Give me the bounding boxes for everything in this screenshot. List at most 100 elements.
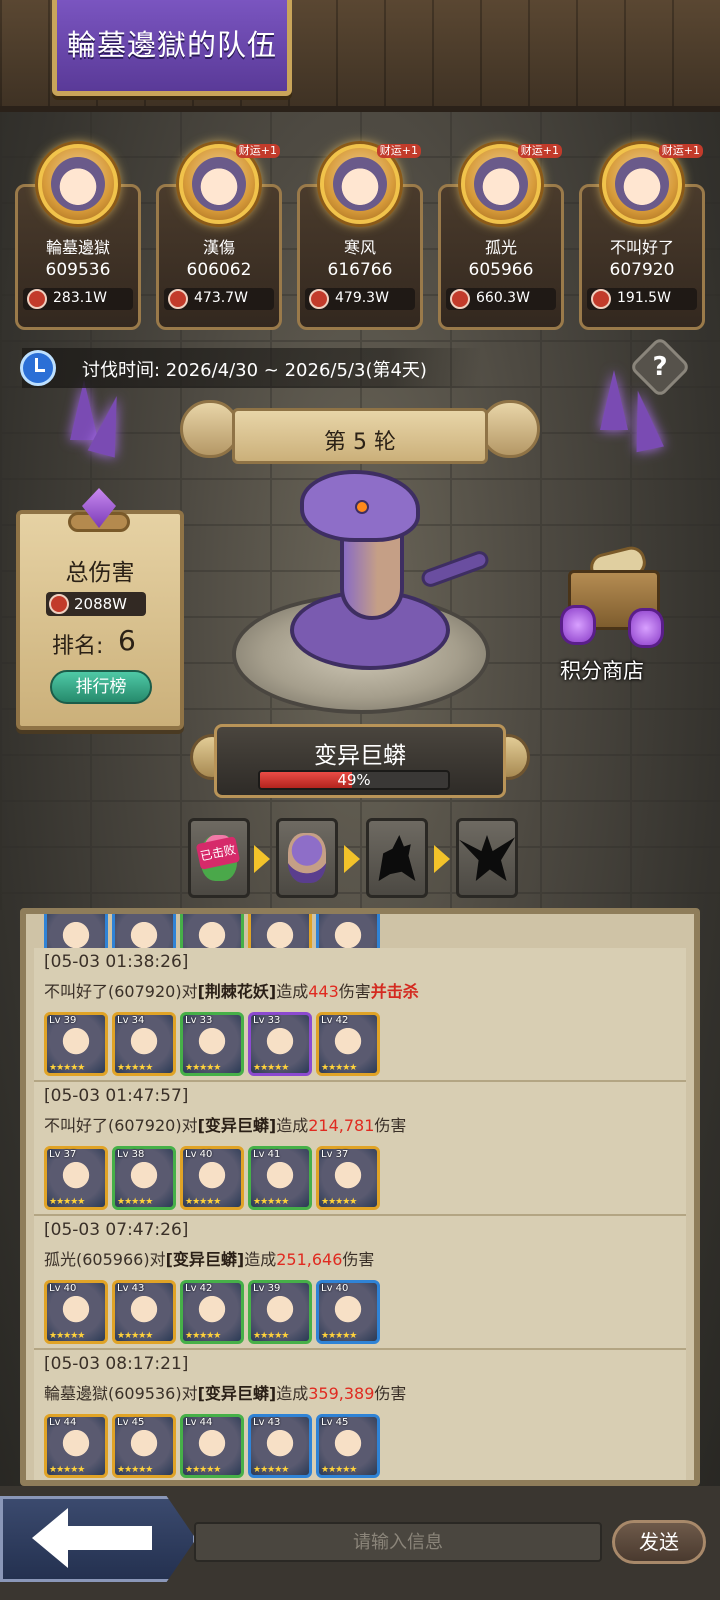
team-member-card[interactable]: 輪墓邊獄 609536 283.1W <box>15 144 141 330</box>
member-name: 孤光 <box>484 238 517 257</box>
points-shop-label[interactable]: 积分商店 <box>560 655 644 685</box>
hero-portrait[interactable]: Lv 41 ★★★★★ <box>248 1146 312 1210</box>
team-member-card[interactable]: 财运+1 孤光 605966 660.3W <box>438 144 564 330</box>
hero-portrait[interactable]: Lv 42 ★★★★★ <box>316 1012 380 1076</box>
member-name: 寒风 <box>343 238 376 257</box>
hero-portrait[interactable]: Lv 44 ★★★★★ <box>180 1414 244 1478</box>
rank-label: 排名: <box>52 634 104 659</box>
damage-icon <box>49 594 69 614</box>
member-name: 輪墓邊獄 <box>45 238 110 257</box>
team-member-card[interactable]: 财运+1 寒风 616766 479.3W <box>297 144 423 330</box>
boss-snake-eye <box>355 500 369 514</box>
battle-log-panel[interactable]: [05-03 01:38:26] 不叫好了(607920)对[荆棘花妖]造成44… <box>20 908 700 1486</box>
hero-portrait[interactable]: Lv 45 ★★★★★ <box>316 1414 380 1478</box>
clock-icon <box>20 350 56 386</box>
member-name: 漢傷 <box>202 238 235 257</box>
send-button[interactable]: 发送 <box>612 1520 706 1564</box>
question-icon: ? <box>652 352 668 382</box>
wolf-silhouette-icon <box>378 835 416 881</box>
snake-icon <box>288 833 326 883</box>
battle-log-list[interactable]: [05-03 01:38:26] 不叫好了(607920)对[荆棘花妖]造成44… <box>34 914 686 1480</box>
hero-portrait[interactable]: Lv 33 ★★★★★ <box>248 1012 312 1076</box>
boss-name: 变异巨蟒 <box>314 743 406 769</box>
scroll-end-left <box>180 400 240 458</box>
log-heroes: Lv 39 ★★★★★ Lv 34 ★★★★★ Lv 33 ★★★★★ Lv 33 ★★… <box>44 1012 380 1076</box>
hero-portrait[interactable]: Lv 43 ★★★★★ <box>112 1280 176 1344</box>
log-time: [05-03 08:17:21] <box>44 1354 189 1374</box>
total-damage-label: 总伤害 <box>65 560 135 586</box>
hero-portrait[interactable]: Lv 40 ★★★★★ <box>180 1146 244 1210</box>
log-heroes: Lv 37 ★★★★★ Lv 38 ★★★★★ Lv 40 ★★★★★ Lv 41 ★★… <box>44 1146 380 1210</box>
member-damage: 283.1W <box>23 288 133 310</box>
leaderboard-button[interactable]: 排行榜 <box>50 670 152 704</box>
log-time: [05-03 01:47:57] <box>44 1086 189 1106</box>
team-title-banner: 輪墓邊獄的队伍 <box>52 0 292 96</box>
member-avatar[interactable] <box>38 144 118 224</box>
arrow-icon <box>434 845 450 873</box>
member-damage: 479.3W <box>305 288 415 310</box>
member-uid: 607920 <box>609 260 675 280</box>
member-damage: 473.7W <box>164 288 274 310</box>
member-damage: 191.5W <box>587 288 697 310</box>
hero-portrait[interactable]: Lv 40 ★★★★★ <box>316 1280 380 1344</box>
round-banner: 第 5 轮 <box>232 408 488 464</box>
arrow-icon <box>344 845 360 873</box>
hero-portrait[interactable]: Lv 44 ★★★★★ <box>44 1414 108 1478</box>
hero-portrait[interactable]: Lv 33 ★★★★★ <box>180 1012 244 1076</box>
stage-wolf[interactable] <box>366 818 428 898</box>
member-uid: 605966 <box>468 260 534 280</box>
damage-icon <box>450 289 470 309</box>
member-damage: 660.3W <box>446 288 556 310</box>
log-message: 孤光(605966)对[变异巨蟒]造成251,646伤害 <box>44 1250 375 1269</box>
crystal-decoration-right <box>600 370 628 430</box>
log-entry: [05-03 08:17:21] 輪墓邊獄(609536)对[变异巨蟒]造成35… <box>34 1350 686 1480</box>
coin-icon <box>628 608 664 648</box>
log-entry: [05-03 01:47:57] 不叫好了(607920)对[变异巨蟒]造成21… <box>34 1082 686 1216</box>
hero-portrait[interactable]: Lv 37 ★★★★★ <box>44 1146 108 1210</box>
member-name: 不叫好了 <box>609 238 674 257</box>
fortune-badge: 财运+1 <box>658 144 703 158</box>
member-uid: 616766 <box>327 260 393 280</box>
coin-icon <box>560 605 596 645</box>
log-entry: [05-03 01:38:26] 不叫好了(607920)对[荆棘花妖]造成44… <box>34 948 686 1082</box>
scroll-end-right <box>480 400 540 458</box>
damage-icon <box>27 289 47 309</box>
message-input[interactable] <box>194 1522 602 1562</box>
log-entry: [05-03 07:47:26] 孤光(605966)对[变异巨蟒]造成251,… <box>34 1216 686 1350</box>
hero-portrait[interactable]: Lv 42 ★★★★★ <box>180 1280 244 1344</box>
stage-griffin[interactable] <box>456 818 518 898</box>
fortune-badge: 财运+1 <box>235 144 280 158</box>
fortune-badge: 财运+1 <box>517 144 562 158</box>
team-title: 輪墓邊獄的队伍 <box>67 28 278 62</box>
battle-time: 讨伐时间: 2026/4/30 ~ 2026/5/3(第4天) <box>82 360 427 381</box>
round-label: 第 5 轮 <box>324 430 396 455</box>
log-time: [05-03 01:38:26] <box>44 952 189 972</box>
stage-giant-python[interactable] <box>276 818 338 898</box>
team-members: 輪墓邊獄 609536 283.1W 财运+1 漢傷 606062 473.7W… <box>15 144 705 330</box>
damage-icon <box>168 289 188 309</box>
member-uid: 609536 <box>45 260 111 280</box>
damage-icon <box>591 289 611 309</box>
hero-portrait[interactable]: Lv 45 ★★★★★ <box>112 1414 176 1478</box>
log-message: 不叫好了(607920)对[变异巨蟒]造成214,781伤害 <box>44 1116 407 1135</box>
log-time: [05-03 07:47:26] <box>44 1220 189 1240</box>
hero-portrait[interactable]: Lv 37 ★★★★★ <box>316 1146 380 1210</box>
member-uid: 606062 <box>186 260 252 280</box>
team-member-card[interactable]: 财运+1 漢傷 606062 473.7W <box>156 144 282 330</box>
hero-portrait[interactable]: Lv 40 ★★★★★ <box>44 1280 108 1344</box>
hero-portrait[interactable]: Lv 43 ★★★★★ <box>248 1414 312 1478</box>
log-message: 不叫好了(607920)对[荆棘花妖]造成443伤害并击杀 <box>44 982 419 1001</box>
hero-portrait[interactable]: Lv 34 ★★★★★ <box>112 1012 176 1076</box>
damage-icon <box>309 289 329 309</box>
total-damage-value: 2088W <box>46 592 146 616</box>
boss-hp-text: 49% <box>337 771 371 789</box>
hero-portrait[interactable]: Lv 38 ★★★★★ <box>112 1146 176 1210</box>
log-heroes: Lv 40 ★★★★★ Lv 43 ★★★★★ Lv 42 ★★★★★ Lv 39 ★★… <box>44 1280 380 1344</box>
griffin-silhouette-icon <box>459 835 515 881</box>
hero-portrait[interactable]: Lv 39 ★★★★★ <box>44 1012 108 1076</box>
log-heroes: Lv 44 ★★★★★ Lv 45 ★★★★★ Lv 44 ★★★★★ Lv 43 ★★… <box>44 1414 380 1478</box>
hero-portrait[interactable]: Lv 39 ★★★★★ <box>248 1280 312 1344</box>
log-message: 輪墓邊獄(609536)对[变异巨蟒]造成359,389伤害 <box>44 1384 407 1403</box>
team-member-card[interactable]: 财运+1 不叫好了 607920 191.5W <box>579 144 705 330</box>
rank-value: 6 <box>118 624 136 657</box>
